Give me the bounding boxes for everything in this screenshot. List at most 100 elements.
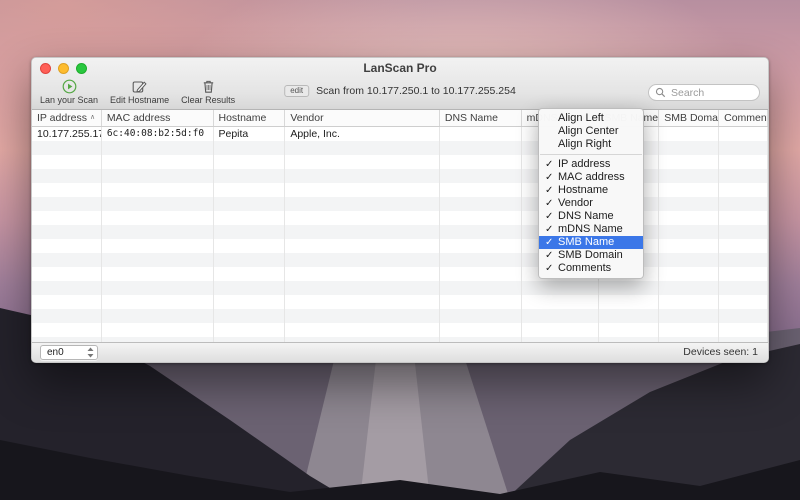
table-cell <box>285 225 440 239</box>
table-cell <box>719 155 768 169</box>
checkmark-icon: ✓ <box>545 197 553 210</box>
table-cell <box>102 169 214 183</box>
checkmark-icon: ✓ <box>545 171 553 184</box>
table-cell <box>285 253 440 267</box>
checkmark-icon: ✓ <box>545 262 553 275</box>
edit-hostname-label: Edit Hostname <box>110 95 169 105</box>
edit-range-button[interactable]: edit <box>284 85 309 97</box>
close-button[interactable] <box>40 63 51 74</box>
menu-item-column-mac-address[interactable]: ✓MAC address <box>539 171 643 184</box>
table-cell <box>719 295 768 309</box>
table-cell <box>102 309 214 323</box>
table-cell <box>102 267 214 281</box>
table-cell <box>214 239 286 253</box>
table-cell <box>719 197 768 211</box>
edit-hostname-button[interactable]: Edit Hostname <box>110 79 169 105</box>
table-cell <box>522 281 600 295</box>
table-cell <box>32 239 102 253</box>
table-row <box>32 225 768 239</box>
clear-results-button[interactable]: Clear Results <box>181 79 235 105</box>
menu-item-align-right[interactable]: Align Right <box>539 138 643 151</box>
table-cell <box>659 141 719 155</box>
column-header-dns-name[interactable]: DNS Name <box>440 110 522 126</box>
table-cell <box>440 239 522 253</box>
window-title: LanScan Pro <box>32 58 768 78</box>
table-cell <box>32 141 102 155</box>
table-cell <box>214 169 286 183</box>
interface-select[interactable]: en0 <box>40 345 98 360</box>
checkmark-icon: ✓ <box>545 158 553 171</box>
scan-range-label: Scan from 10.177.250.1 to 10.177.255.254 <box>316 85 516 97</box>
minimize-button[interactable] <box>58 63 69 74</box>
table-cell <box>32 281 102 295</box>
table-cell <box>214 197 286 211</box>
column-header-vendor[interactable]: Vendor <box>285 110 440 126</box>
table-body: 10.177.255.1796c:40:08:b2:5d:f0PepitaApp… <box>32 127 768 344</box>
table-cell <box>719 253 768 267</box>
checkmark-icon: ✓ <box>545 236 553 249</box>
table-cell <box>102 323 214 337</box>
search-input[interactable] <box>669 86 753 100</box>
menu-item-column-dns-name[interactable]: ✓DNS Name <box>539 210 643 223</box>
table-cell <box>32 211 102 225</box>
table-row <box>32 183 768 197</box>
table-cell <box>102 141 214 155</box>
table-cell <box>32 155 102 169</box>
table-cell <box>102 211 214 225</box>
menu-item-align-left[interactable]: Align Left <box>539 112 643 125</box>
menu-item-column-mdns-name[interactable]: ✓mDNS Name <box>539 223 643 236</box>
table-cell <box>214 225 286 239</box>
table-cell <box>719 309 768 323</box>
table-cell <box>32 267 102 281</box>
column-header-comments[interactable]: Comments <box>719 110 768 126</box>
table-cell <box>285 155 440 169</box>
table-cell <box>719 127 768 141</box>
table-header: IP address∧MAC addressHostnameVendorDNS … <box>32 110 768 127</box>
lanscan-window: LanScan Pro Lan your Scan Edit Hostname <box>31 57 769 363</box>
table-cell <box>32 323 102 337</box>
table-cell <box>522 295 600 309</box>
table-cell <box>659 239 719 253</box>
zoom-button[interactable] <box>76 63 87 74</box>
menu-item-column-smb-name[interactable]: ✓SMB Name <box>539 236 643 249</box>
menu-item-column-vendor[interactable]: ✓Vendor <box>539 197 643 210</box>
menu-item-column-ip-address[interactable]: ✓IP address <box>539 158 643 171</box>
table-cell <box>522 323 600 337</box>
table-cell <box>214 281 286 295</box>
menu-item-column-comments[interactable]: ✓Comments <box>539 262 643 275</box>
toolbar-buttons: Lan your Scan Edit Hostname <box>40 79 235 105</box>
menu-item-column-hostname[interactable]: ✓Hostname <box>539 184 643 197</box>
menu-item-column-smb-domain[interactable]: ✓SMB Domain <box>539 249 643 262</box>
menu-item-align-center[interactable]: Align Center <box>539 125 643 138</box>
table-cell <box>659 267 719 281</box>
table-cell <box>285 239 440 253</box>
context-menu-columns-group: ✓IP address✓MAC address✓Hostname✓Vendor✓… <box>539 158 643 275</box>
column-header-smb-domain[interactable]: SMB Domain <box>659 110 719 126</box>
table-cell <box>32 253 102 267</box>
table-cell <box>285 183 440 197</box>
table-cell <box>214 211 286 225</box>
table-cell <box>659 211 719 225</box>
context-menu: Align LeftAlign CenterAlign Right ✓IP ad… <box>538 108 644 279</box>
table-cell <box>440 323 522 337</box>
search-field[interactable] <box>648 84 760 101</box>
table-cell: Pepita <box>214 127 286 141</box>
table-cell <box>214 323 286 337</box>
checkmark-icon: ✓ <box>545 210 553 223</box>
column-header-ip-address[interactable]: IP address∧ <box>32 110 102 126</box>
table-row <box>32 267 768 281</box>
table-row[interactable]: 10.177.255.1796c:40:08:b2:5d:f0PepitaApp… <box>32 127 768 141</box>
table-cell <box>102 155 214 169</box>
table-row <box>32 253 768 267</box>
table-cell <box>214 141 286 155</box>
column-header-hostname[interactable]: Hostname <box>214 110 286 126</box>
table-cell: Apple, Inc. <box>285 127 440 141</box>
table-cell <box>32 225 102 239</box>
table-cell <box>659 183 719 197</box>
title-bar[interactable]: LanScan Pro <box>32 58 768 78</box>
column-header-mac-address[interactable]: MAC address <box>102 110 214 126</box>
table-cell <box>102 197 214 211</box>
scan-button[interactable]: Lan your Scan <box>40 79 98 105</box>
table-cell <box>659 197 719 211</box>
table-cell <box>32 169 102 183</box>
